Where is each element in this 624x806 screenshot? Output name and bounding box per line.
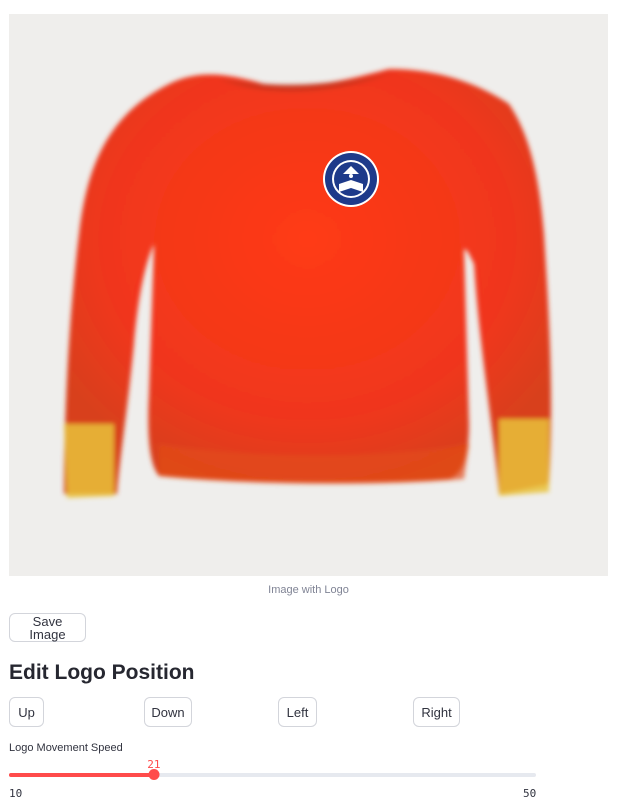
move-up-button[interactable]: Up bbox=[9, 697, 44, 727]
generated-image bbox=[9, 14, 608, 576]
speed-slider-min: 10 bbox=[9, 787, 23, 800]
move-right-button[interactable]: Right bbox=[413, 697, 460, 727]
shirt-image bbox=[9, 14, 608, 576]
image-caption: Image with Logo bbox=[268, 584, 349, 596]
section-heading: Edit Logo Position bbox=[9, 661, 195, 684]
speed-slider-label: Logo Movement Speed bbox=[9, 742, 123, 754]
speed-slider-fill bbox=[9, 773, 154, 777]
move-left-button[interactable]: Left bbox=[278, 697, 317, 727]
speed-slider-max: 50 bbox=[523, 787, 537, 800]
save-image-button[interactable]: Save Image bbox=[9, 613, 86, 642]
logo-emblem bbox=[323, 151, 379, 207]
move-down-button[interactable]: Down bbox=[144, 697, 192, 727]
speed-slider-track[interactable] bbox=[9, 773, 536, 777]
speed-slider-handle[interactable] bbox=[148, 769, 160, 780]
